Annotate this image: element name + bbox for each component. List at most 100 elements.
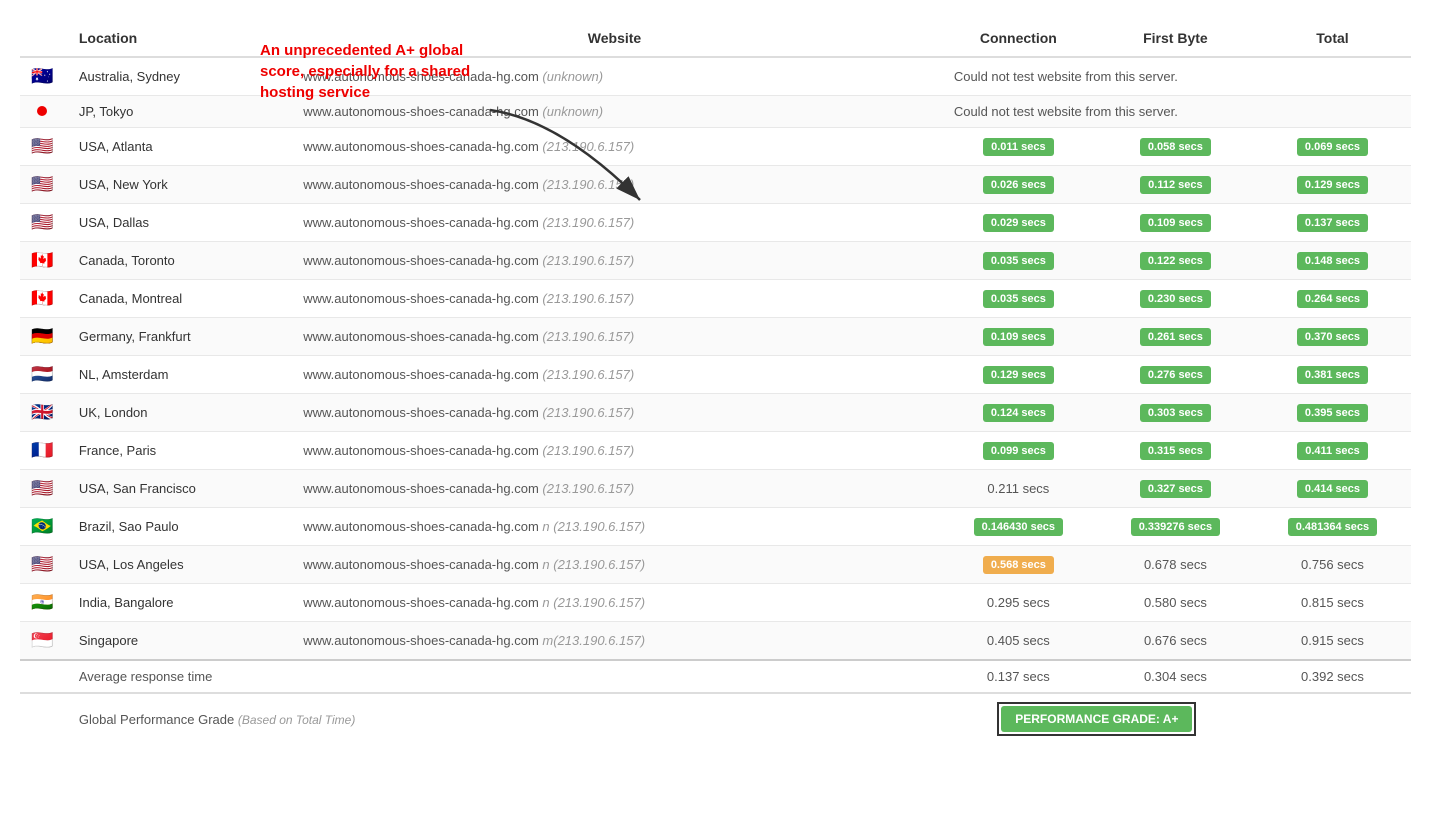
total-cell: 0.815 secs bbox=[1254, 584, 1411, 622]
total-badge: 0.481364 secs bbox=[1288, 518, 1377, 536]
location-cell: Australia, Sydney bbox=[65, 57, 289, 96]
total-cell: 0.148 secs bbox=[1254, 242, 1411, 280]
first-byte-badge: 0.339276 secs bbox=[1131, 518, 1220, 536]
website-ip: (213.190.6.157) bbox=[542, 253, 634, 268]
table-row: 🇺🇸USA, Dallaswww.autonomous-shoes-canada… bbox=[20, 204, 1411, 242]
grade-label-cell: Global Performance Grade (Based on Total… bbox=[65, 693, 940, 744]
header-total: Total bbox=[1254, 20, 1411, 57]
total-cell: 0.411 secs bbox=[1254, 432, 1411, 470]
first-byte-badge: 0.315 secs bbox=[1140, 442, 1211, 460]
table-row: 🇬🇧UK, Londonwww.autonomous-shoes-canada-… bbox=[20, 394, 1411, 432]
flag-cell: 🇺🇸 bbox=[20, 128, 65, 166]
location-cell: Singapore bbox=[65, 622, 289, 661]
first-byte-cell: 0.315 secs bbox=[1097, 432, 1254, 470]
total-badge: 0.264 secs bbox=[1297, 290, 1368, 308]
website-cell: www.autonomous-shoes-canada-hg.com (213.… bbox=[289, 204, 940, 242]
avg-total-cell: 0.392 secs bbox=[1254, 660, 1411, 693]
connection-badge: 0.029 secs bbox=[983, 214, 1054, 232]
total-cell: 0.414 secs bbox=[1254, 470, 1411, 508]
total-cell: 0.756 secs bbox=[1254, 546, 1411, 584]
total-badge: 0.129 secs bbox=[1297, 176, 1368, 194]
website-url: www.autonomous-shoes-canada-hg.com bbox=[303, 557, 539, 572]
connection-badge: 0.035 secs bbox=[983, 290, 1054, 308]
website-url: www.autonomous-shoes-canada-hg.com bbox=[303, 405, 539, 420]
header-website: Website bbox=[289, 20, 940, 57]
first-byte-badge: 0.109 secs bbox=[1140, 214, 1211, 232]
avg-row: Average response time 0.137 secs 0.304 s… bbox=[20, 660, 1411, 693]
performance-table: Location Website Connection First Byte T… bbox=[20, 20, 1411, 744]
connection-badge: 0.011 secs bbox=[983, 138, 1053, 156]
header-flag bbox=[20, 20, 65, 57]
total-cell: 0.481364 secs bbox=[1254, 508, 1411, 546]
table-row: 🇺🇸USA, San Franciscowww.autonomous-shoes… bbox=[20, 470, 1411, 508]
flag-cell: 🇺🇸 bbox=[20, 204, 65, 242]
connection-badge: 0.026 secs bbox=[983, 176, 1054, 194]
connection-value: 0.405 secs bbox=[987, 633, 1050, 648]
total-cell: 0.370 secs bbox=[1254, 318, 1411, 356]
website-cell: www.autonomous-shoes-canada-hg.com (213.… bbox=[289, 128, 940, 166]
first-byte-badge: 0.112 secs bbox=[1140, 176, 1210, 194]
connection-cell: 0.011 secs bbox=[940, 128, 1097, 166]
table-row: 🇧🇷Brazil, Sao Paulowww.autonomous-shoes-… bbox=[20, 508, 1411, 546]
grade-subtitle: (Based on Total Time) bbox=[238, 713, 356, 727]
connection-badge: 0.129 secs bbox=[983, 366, 1054, 384]
connection-badge: 0.146430 secs bbox=[974, 518, 1063, 536]
connection-badge: 0.568 secs bbox=[983, 556, 1054, 574]
website-url: www.autonomous-shoes-canada-hg.com bbox=[303, 595, 539, 610]
avg-flag-cell bbox=[20, 660, 65, 693]
connection-cell: 0.026 secs bbox=[940, 166, 1097, 204]
first-byte-badge: 0.276 secs bbox=[1140, 366, 1211, 384]
total-cell: 0.381 secs bbox=[1254, 356, 1411, 394]
total-badge: 0.137 secs bbox=[1297, 214, 1368, 232]
website-cell: www.autonomous-shoes-canada-hg.com (213.… bbox=[289, 470, 940, 508]
first-byte-cell: 0.058 secs bbox=[1097, 128, 1254, 166]
flag-cell: 🇨🇦 bbox=[20, 280, 65, 318]
total-value: 0.756 secs bbox=[1301, 557, 1364, 572]
website-cell: www.autonomous-shoes-canada-hg.com (213.… bbox=[289, 166, 940, 204]
location-cell: Brazil, Sao Paulo bbox=[65, 508, 289, 546]
grade-flag-cell bbox=[20, 693, 65, 744]
website-cell: www.autonomous-shoes-canada-hg.com (213.… bbox=[289, 280, 940, 318]
avg-label-cell: Average response time bbox=[65, 660, 940, 693]
website-url: www.autonomous-shoes-canada-hg.com bbox=[303, 177, 539, 192]
location-cell: France, Paris bbox=[65, 432, 289, 470]
first-byte-badge: 0.122 secs bbox=[1140, 252, 1211, 270]
flag-cell: 🇧🇷 bbox=[20, 508, 65, 546]
first-byte-cell: 0.580 secs bbox=[1097, 584, 1254, 622]
grade-row: Global Performance Grade (Based on Total… bbox=[20, 693, 1411, 744]
website-url: www.autonomous-shoes-canada-hg.com bbox=[303, 104, 539, 119]
first-byte-cell: 0.339276 secs bbox=[1097, 508, 1254, 546]
connection-badge: 0.035 secs bbox=[983, 252, 1054, 270]
flag-cell: 🇸🇬 bbox=[20, 622, 65, 661]
connection-cell: 0.124 secs bbox=[940, 394, 1097, 432]
connection-cell: 0.146430 secs bbox=[940, 508, 1097, 546]
connection-cell: 0.568 secs bbox=[940, 546, 1097, 584]
location-cell: Canada, Toronto bbox=[65, 242, 289, 280]
website-ip: n (213.190.6.157) bbox=[542, 595, 645, 610]
table-row: 🇩🇪Germany, Frankfurtwww.autonomous-shoes… bbox=[20, 318, 1411, 356]
first-byte-cell: 0.109 secs bbox=[1097, 204, 1254, 242]
connection-cell: 0.109 secs bbox=[940, 318, 1097, 356]
website-cell: www.autonomous-shoes-canada-hg.com n (21… bbox=[289, 508, 940, 546]
website-ip: (unknown) bbox=[542, 104, 603, 119]
website-ip: (213.190.6.157) bbox=[542, 291, 634, 306]
total-badge: 0.370 secs bbox=[1297, 328, 1368, 346]
header-location: Location bbox=[65, 20, 289, 57]
website-ip: (213.190.6.157) bbox=[542, 481, 634, 496]
total-cell: 0.915 secs bbox=[1254, 622, 1411, 661]
first-byte-badge: 0.327 secs bbox=[1140, 480, 1211, 498]
first-byte-cell: 0.327 secs bbox=[1097, 470, 1254, 508]
first-byte-cell: 0.112 secs bbox=[1097, 166, 1254, 204]
first-byte-cell: 0.276 secs bbox=[1097, 356, 1254, 394]
location-cell: Canada, Montreal bbox=[65, 280, 289, 318]
website-ip: (213.190.6.157) bbox=[542, 443, 634, 458]
table-row: 🇮🇳India, Bangalorewww.autonomous-shoes-c… bbox=[20, 584, 1411, 622]
table-row: 🇺🇸USA, Atlantawww.autonomous-shoes-canad… bbox=[20, 128, 1411, 166]
total-cell: 0.137 secs bbox=[1254, 204, 1411, 242]
website-url: www.autonomous-shoes-canada-hg.com bbox=[303, 139, 539, 154]
flag-cell: 🇦🇺 bbox=[20, 57, 65, 96]
location-cell: USA, Los Angeles bbox=[65, 546, 289, 584]
flag-cell bbox=[20, 96, 65, 128]
website-ip: (213.190.6.157) bbox=[542, 367, 634, 382]
website-ip: n (213.190.6.157) bbox=[542, 557, 645, 572]
